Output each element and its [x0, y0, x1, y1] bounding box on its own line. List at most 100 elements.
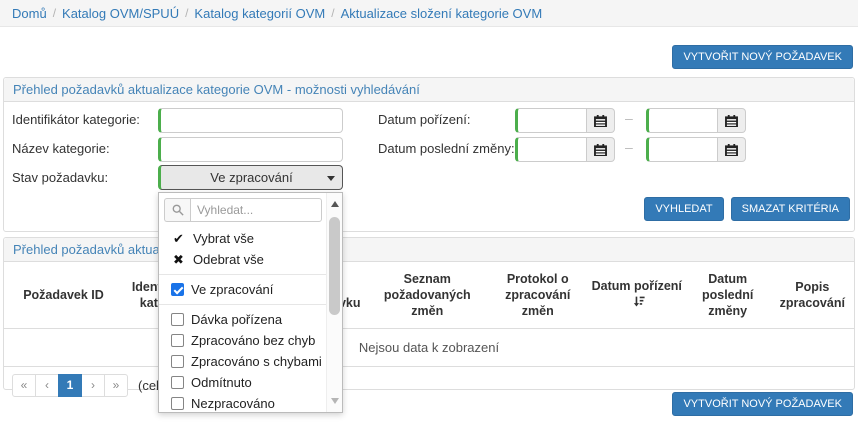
date-modified-to-group — [646, 137, 746, 162]
status-dropdown-menu: ✔ Vybrat vše ✖ Odebrat vše Ve zpracování… — [158, 192, 343, 413]
breadcrumb-item[interactable]: Domů — [12, 6, 47, 21]
status-option-label: Zpracováno bez chyb — [191, 333, 315, 348]
status-dropdown-value: Ve zpracování — [210, 170, 292, 185]
column-header-label: Datum pořízení — [592, 279, 682, 293]
status-option[interactable]: Zpracováno s chybami — [159, 351, 342, 372]
date-range-dash: – — [625, 110, 633, 126]
status-option-label: Odmítnuto — [191, 375, 252, 390]
page-first-button[interactable]: « — [12, 374, 36, 397]
checkbox-checked-icon — [171, 283, 184, 296]
breadcrumb: Domů / Katalog OVM/SPUÚ / Katalog kategorií … — [0, 0, 858, 27]
category-id-input[interactable] — [158, 108, 343, 133]
select-all-label: Vybrat vše — [193, 231, 254, 246]
page-last-button[interactable]: » — [104, 374, 128, 397]
page-prev-button[interactable]: ‹ — [35, 374, 59, 397]
search-button[interactable]: VYHLEDAT — [644, 197, 723, 221]
date-modified-from-group — [515, 137, 615, 162]
calendar-button[interactable] — [587, 108, 615, 133]
deselect-all-label: Odebrat vše — [193, 252, 264, 267]
results-panel-title: Přehled požadavků aktualizace kategorie … — [4, 238, 854, 262]
column-header[interactable]: Datum poslední změny — [685, 262, 771, 329]
calendar-button[interactable] — [587, 137, 615, 162]
status-option[interactable]: Zpracováno bez chyb — [159, 330, 342, 351]
search-panel-body: Identifikátor kategorie: Název kategorie… — [4, 102, 854, 231]
calendar-icon — [725, 115, 738, 127]
status-option-label: Zpracováno s chybami — [191, 354, 322, 369]
status-option[interactable]: Nezpracováno — [159, 393, 342, 414]
column-header[interactable]: Seznam požadovaných změn — [368, 262, 487, 329]
chevron-down-icon — [327, 176, 335, 181]
status-option[interactable]: Odmítnuto — [159, 372, 342, 393]
calendar-icon — [594, 115, 607, 127]
dropdown-search-input[interactable] — [190, 198, 322, 222]
column-header-label: Požadavek ID — [23, 288, 104, 302]
status-label: Stav požadavku: — [12, 170, 108, 185]
breadcrumb-item[interactable]: Aktualizace složení kategorie OVM — [341, 6, 543, 21]
deselect-all-item[interactable]: ✖ Odebrat vše — [159, 249, 342, 270]
breadcrumb-separator: / — [53, 6, 56, 20]
dropdown-scrollbar[interactable] — [326, 193, 342, 412]
page-number-button[interactable]: 1 — [58, 374, 82, 397]
checkbox-unchecked-icon — [171, 334, 184, 347]
category-name-label: Název kategorie: — [12, 141, 110, 156]
scrollbar-thumb[interactable] — [329, 217, 340, 315]
date-created-label: Datum pořízení: — [378, 112, 471, 127]
date-created-from-input[interactable] — [515, 108, 587, 133]
search-panel-title: Přehled požadavků aktualizace kategorie … — [4, 78, 854, 102]
results-panel: Přehled požadavků aktualizace kategorie … — [3, 237, 855, 390]
column-header-label: Protokol o zpracování změn — [505, 272, 570, 318]
check-icon: ✔ — [171, 231, 186, 247]
divider — [159, 304, 342, 305]
calendar-icon — [594, 144, 607, 156]
date-modified-to-input[interactable] — [646, 137, 718, 162]
sort-descending-icon — [632, 295, 645, 312]
checkbox-unchecked-icon — [171, 313, 184, 326]
checkbox-unchecked-icon — [171, 376, 184, 389]
empty-message: Nejsou data k zobrazení — [4, 329, 854, 367]
column-header-label: Datum poslední změny — [702, 272, 753, 318]
category-id-label: Identifikátor kategorie: — [12, 112, 140, 127]
breadcrumb-separator: / — [331, 6, 334, 20]
checkbox-unchecked-icon — [171, 397, 184, 410]
table-row: Nejsou data k zobrazení — [4, 329, 854, 367]
clear-criteria-button[interactable]: SMAZAT KRITÉRIA — [731, 197, 850, 221]
column-header[interactable]: Popis zpracování — [771, 262, 854, 329]
status-options-list: ✔ Vybrat vše ✖ Odebrat vše Ve zpracování… — [159, 222, 342, 414]
cross-icon: ✖ — [171, 252, 186, 268]
dropdown-search-group — [164, 198, 322, 222]
table-header-row: Požadavek IDIdentifikátor kategorieNázev… — [4, 262, 854, 329]
create-request-button-top[interactable]: VYTVOŘIT NOVÝ POŽADAVEK — [672, 45, 853, 69]
status-option[interactable]: Dávka pořízena — [159, 309, 342, 330]
status-option-label: Nezpracováno — [191, 396, 275, 411]
column-header[interactable]: Protokol o zpracování změn — [487, 262, 589, 329]
date-created-from-group — [515, 108, 615, 133]
date-modified-from-input[interactable] — [515, 137, 587, 162]
status-option[interactable]: Ve zpracování — [159, 279, 342, 300]
create-request-button-bottom[interactable]: VYTVOŘIT NOVÝ POŽADAVEK — [672, 392, 853, 416]
divider — [159, 274, 342, 275]
calendar-icon — [725, 144, 738, 156]
select-all-item[interactable]: ✔ Vybrat vše — [159, 228, 342, 249]
calendar-button[interactable] — [718, 137, 746, 162]
column-header[interactable]: Datum pořízení — [589, 262, 685, 329]
date-created-to-group — [646, 108, 746, 133]
breadcrumb-item[interactable]: Katalog kategorií OVM — [194, 6, 325, 21]
page-next-button[interactable]: › — [81, 374, 105, 397]
scroll-down-icon[interactable] — [331, 398, 339, 404]
status-dropdown-button[interactable]: Ve zpracování — [158, 165, 343, 190]
calendar-button[interactable] — [718, 108, 746, 133]
search-panel: Přehled požadavků aktualizace kategorie … — [3, 77, 855, 232]
date-range-dash: – — [625, 139, 633, 155]
column-header[interactable]: Požadavek ID — [4, 262, 123, 329]
checkbox-unchecked-icon — [171, 355, 184, 368]
results-table: Požadavek IDIdentifikátor kategorieNázev… — [4, 262, 854, 367]
date-created-to-input[interactable] — [646, 108, 718, 133]
search-icon — [164, 198, 190, 222]
column-header-label: Popis zpracování — [780, 280, 845, 310]
category-name-input[interactable] — [158, 137, 343, 162]
scroll-up-icon[interactable] — [331, 201, 339, 207]
breadcrumb-item[interactable]: Katalog OVM/SPUÚ — [62, 6, 179, 21]
column-header-label: Seznam požadovaných změn — [384, 272, 471, 318]
status-option-label: Dávka pořízena — [191, 312, 282, 327]
breadcrumb-separator: / — [185, 6, 188, 20]
